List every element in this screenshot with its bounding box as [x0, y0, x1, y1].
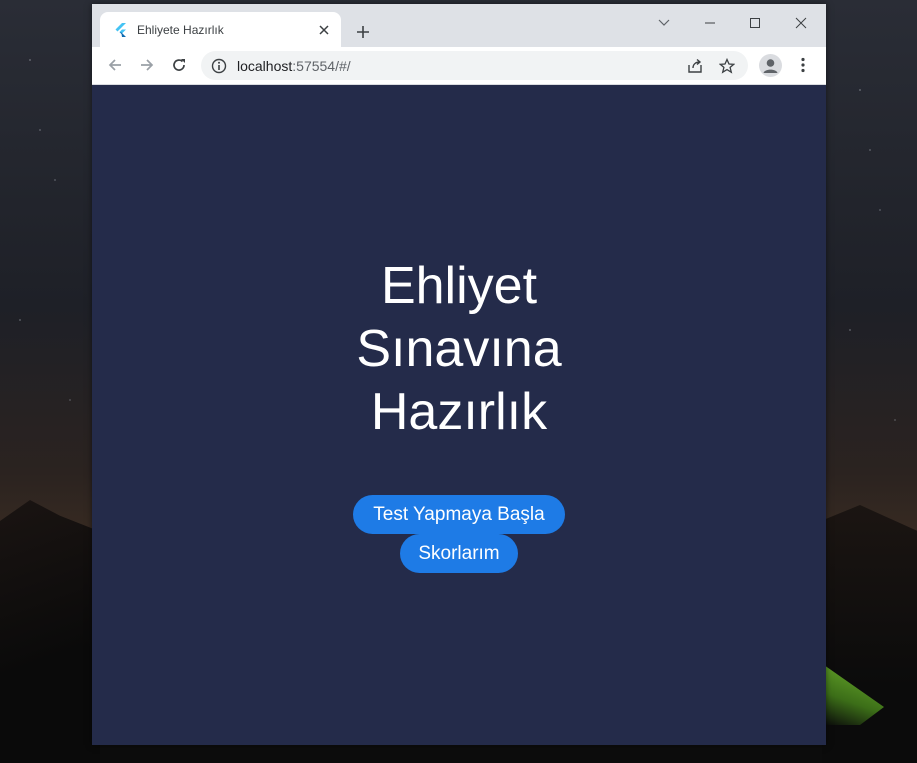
app-content: Ehliyet Sınavına Hazırlık Test Yapmaya B… [92, 85, 826, 745]
wallpaper-mountain-left [0, 500, 100, 763]
url-path: :57554/#/ [292, 57, 351, 74]
url-text: localhost:57554/#/ [237, 58, 684, 74]
plus-icon[interactable] [351, 20, 375, 44]
my-scores-button[interactable]: Skorlarım [400, 534, 518, 573]
app-heading: Ehliyet Sınavına Hazırlık [92, 255, 826, 444]
star-icon[interactable] [716, 55, 738, 77]
arrow-left-icon[interactable] [103, 53, 127, 77]
tab-active[interactable]: Ehliyete Hazırlık [100, 12, 341, 47]
heading-line-1: Ehliyet [380, 257, 538, 315]
arrow-right-icon[interactable] [135, 53, 159, 77]
url-host: localhost [237, 57, 293, 74]
maximize-icon[interactable] [744, 12, 766, 34]
heading-line-3: Hazırlık [370, 383, 548, 441]
kebab-menu-icon[interactable] [792, 54, 814, 76]
close-window-icon[interactable] [790, 12, 812, 34]
address-bar[interactable]: localhost:57554/#/ [201, 51, 748, 80]
share-icon[interactable] [684, 55, 706, 77]
tab-title: Ehliyete Hazırlık [137, 22, 224, 37]
chevron-down-icon[interactable] [653, 12, 675, 34]
browser-toolbar: localhost:57554/#/ [92, 47, 826, 85]
minimize-icon[interactable] [699, 12, 721, 34]
flutter-icon [114, 22, 128, 37]
start-test-button[interactable]: Test Yapmaya Başla [353, 495, 565, 534]
reload-icon[interactable] [167, 53, 191, 77]
heading-line-2: Sınavına [356, 320, 562, 378]
browser-window: Ehliyete Hazırlık localhost:57554/#/ Ehl… [92, 4, 826, 745]
info-icon[interactable] [211, 58, 227, 74]
close-icon[interactable] [315, 21, 333, 39]
tab-strip: Ehliyete Hazırlık [92, 4, 826, 47]
account-icon[interactable] [759, 54, 782, 77]
